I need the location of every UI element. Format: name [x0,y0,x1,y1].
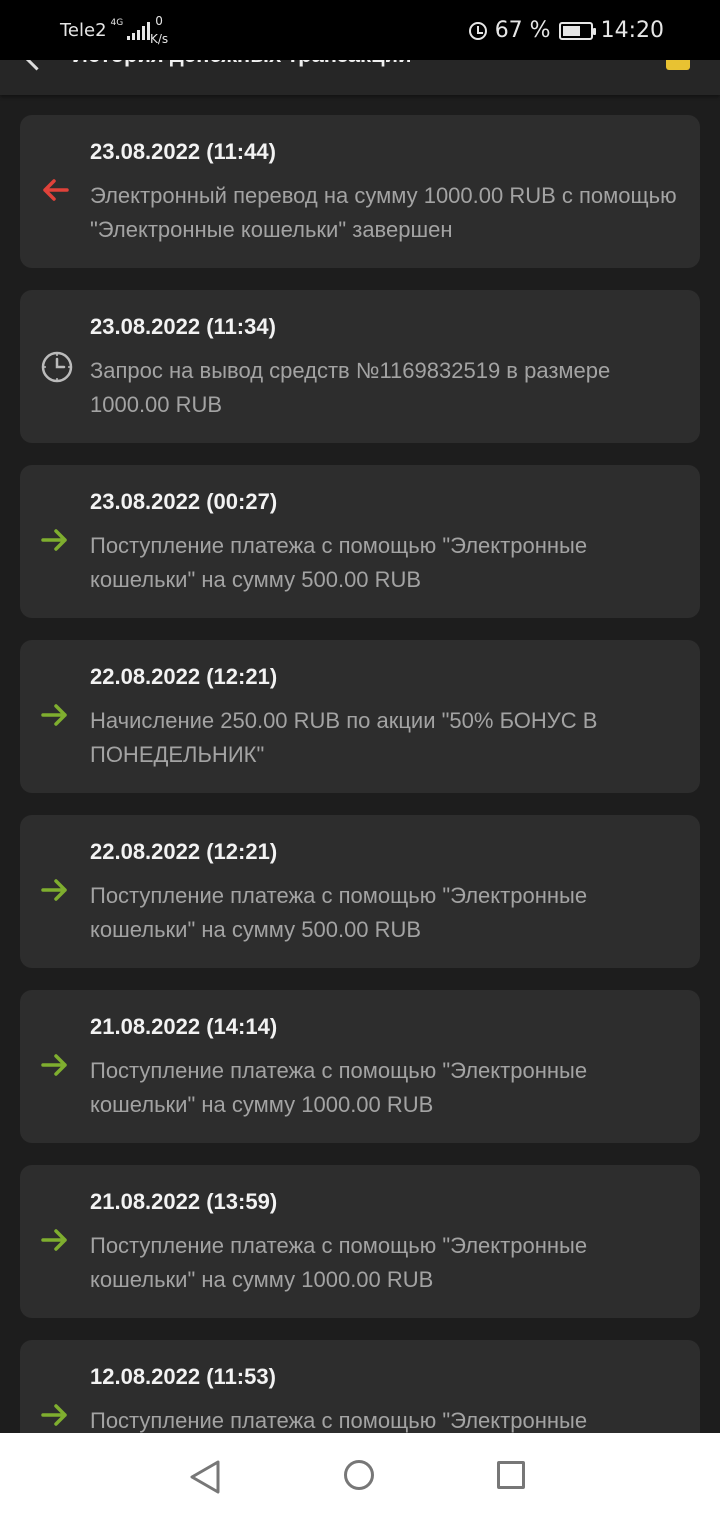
arrow-right-icon [40,700,70,730]
battery-fill [562,25,580,36]
arrow-right-icon [40,875,70,905]
transaction-card[interactable]: 21.08.2022 (14:14) Поступление платежа с … [20,990,700,1143]
transaction-date: 21.08.2022 (14:14) [90,1014,278,1039]
arrow-right-icon [40,525,70,555]
arrow-left-icon [40,175,70,205]
nav-home-icon[interactable] [344,1460,374,1490]
transaction-date: 21.08.2022 (13:59) [90,1189,278,1214]
transaction-card[interactable]: 23.08.2022 (00:27) Поступление платежа с … [20,465,700,618]
status-right: 67 % 14:20 [468,18,664,43]
battery-percent: 67 % [494,18,551,43]
speed-unit: K/s [150,32,169,46]
arrow-right-icon [40,1050,70,1080]
transaction-card[interactable]: 21.08.2022 (13:59) Поступление платежа с … [20,1165,700,1318]
status-bar: Tele2 4G 0 K/s 67 % 14:20 [0,0,720,60]
transaction-date: 23.08.2022 (11:44) [90,139,276,164]
network-speed: 0 K/s [150,12,168,48]
transaction-description: Поступление платежа с помощью "Электронн… [90,1233,588,1292]
signal-icon [127,22,151,40]
transaction-card[interactable]: 23.08.2022 (11:34) Запрос на вывод средст… [20,290,700,443]
transaction-card[interactable]: 22.08.2022 (12:21) Начисление 250.00 RUB … [20,640,700,793]
alarm-icon [468,21,487,40]
transaction-date: 23.08.2022 (00:27) [90,489,278,514]
transaction-description: Поступление платежа с помощью "Электронн… [90,883,588,942]
transaction-description: Начисление 250.00 RUB по акции "50% БОНУ… [90,708,598,767]
transaction-description: Электронный перевод на сумму 1000.00 RUB… [90,183,677,242]
clock-icon [40,350,73,383]
transaction-description: Поступление платежа с помощью "Электронн… [90,533,588,592]
transaction-date: 23.08.2022 (11:34) [90,314,276,339]
transaction-description: Поступление платежа с помощью "Электронн… [90,1058,588,1117]
transaction-date: 22.08.2022 (12:21) [90,664,278,689]
transaction-list: 23.08.2022 (11:44) Электронный перевод на… [20,115,700,1515]
speed-value: 0 [155,14,163,28]
battery-icon [558,21,596,40]
nav-recent-icon[interactable] [497,1461,525,1489]
network-type: 4G [110,18,124,28]
transaction-card[interactable]: 22.08.2022 (12:21) Поступление платежа с … [20,815,700,968]
nav-back-icon[interactable] [188,1459,222,1495]
transaction-description: Запрос на вывод средств №1169832519 в ра… [90,358,611,417]
transaction-date: 22.08.2022 (12:21) [90,839,278,864]
carrier-group: Tele2 4G [60,18,151,42]
transaction-card[interactable]: 23.08.2022 (11:44) Электронный перевод на… [20,115,700,268]
transaction-date: 12.08.2022 (11:53) [90,1364,276,1389]
carrier-name: Tele2 [60,20,107,41]
system-nav-bar [0,1433,720,1520]
arrow-right-icon [40,1225,70,1255]
arrow-right-icon [40,1400,70,1430]
clock-time: 14:20 [600,18,664,43]
